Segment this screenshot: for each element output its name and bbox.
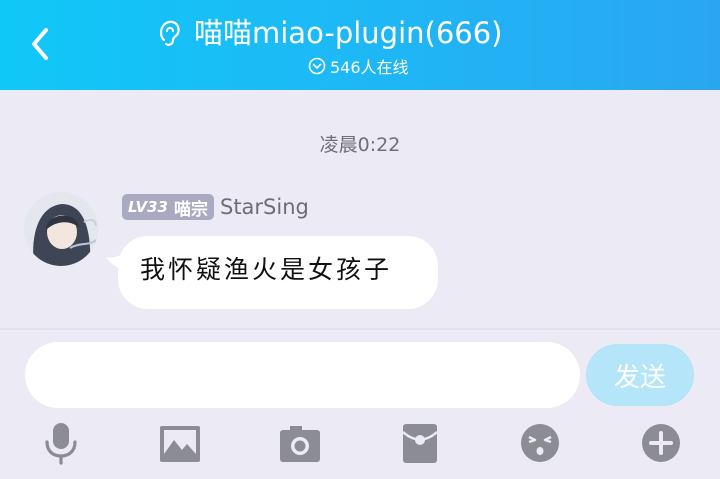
message-input[interactable] xyxy=(25,342,580,408)
online-count: 546人在线 xyxy=(330,58,409,77)
page-title: 喵喵miao-plugin(666) xyxy=(194,16,503,50)
ear-icon xyxy=(159,20,180,46)
avatar-image xyxy=(24,192,98,266)
avatar[interactable] xyxy=(24,192,98,266)
back-button[interactable] xyxy=(22,22,62,66)
chat-header: 喵喵miao-plugin(666) 546人在线 xyxy=(0,0,720,90)
online-status[interactable]: 546人在线 xyxy=(308,55,409,77)
message-text: 我怀疑渔火是女孩子 xyxy=(140,255,393,284)
level-badge: LV33 xyxy=(128,198,168,216)
message-timestamp: 凌晨0:22 xyxy=(319,134,401,156)
red-packet-icon[interactable] xyxy=(400,420,440,466)
title-badge: 喵宗 xyxy=(173,199,208,220)
image-icon[interactable] xyxy=(158,420,202,466)
sender-name[interactable]: StarSing xyxy=(220,195,309,219)
send-button[interactable]: 发送 xyxy=(586,344,694,406)
header-title-row: 喵喵miao-plugin(666) xyxy=(156,14,503,52)
message-meta: LV33 喵宗 StarSing xyxy=(122,194,309,220)
member-badge: LV33 喵宗 xyxy=(122,194,214,220)
chevron-left-icon xyxy=(32,28,48,60)
chevron-down-circle-icon xyxy=(308,57,326,75)
camera-icon[interactable] xyxy=(278,420,322,466)
divider xyxy=(0,328,720,330)
microphone-icon[interactable] xyxy=(40,420,82,466)
plus-icon[interactable] xyxy=(640,420,682,466)
emoji-icon[interactable] xyxy=(518,420,562,466)
